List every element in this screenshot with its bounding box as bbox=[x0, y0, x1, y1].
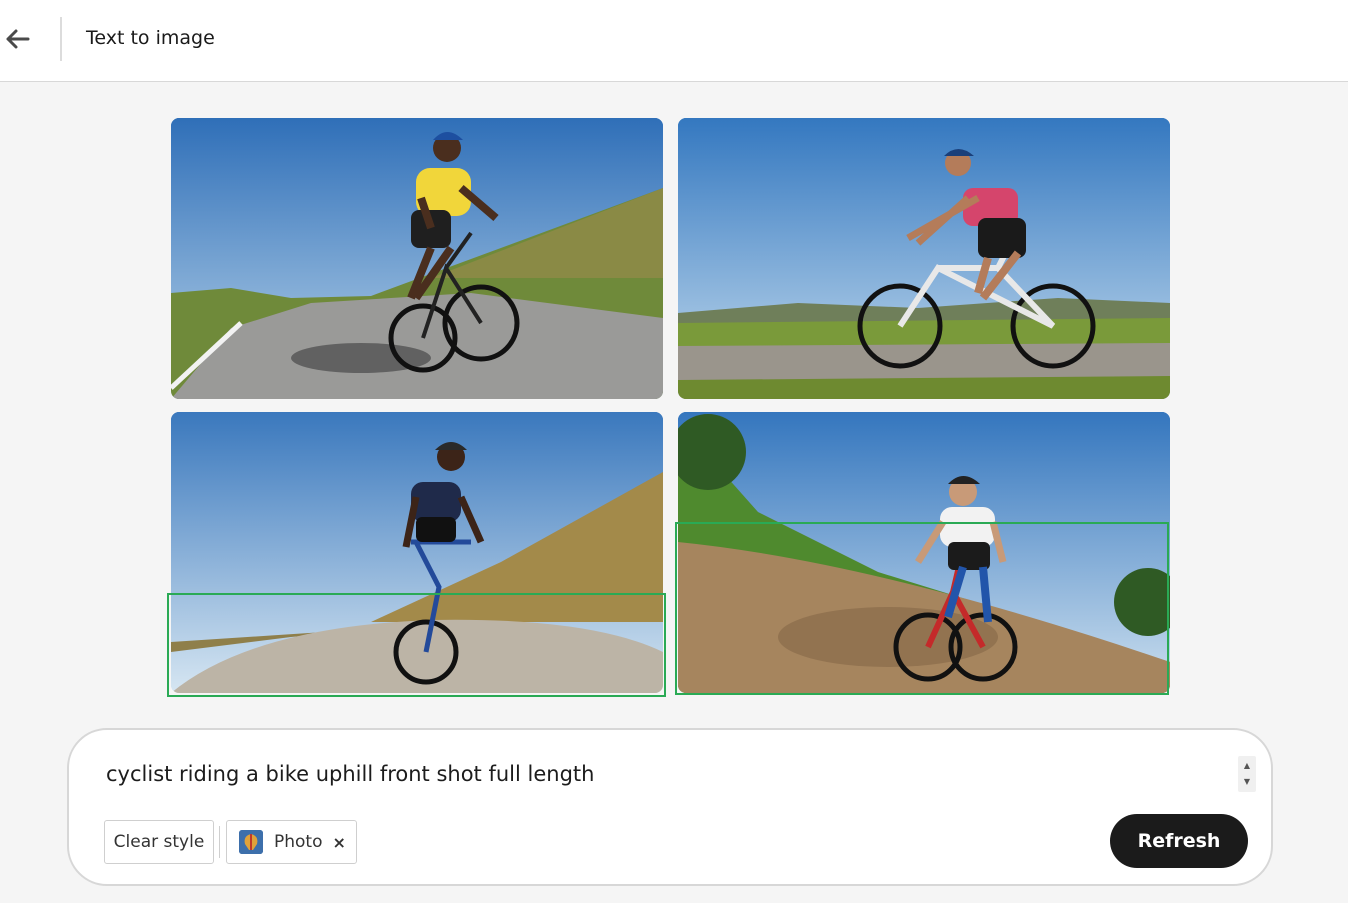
prompt-scrollbar[interactable]: ▲ ▼ bbox=[1238, 756, 1256, 792]
result-image-4[interactable] bbox=[678, 412, 1170, 693]
style-chip-label: Photo bbox=[274, 832, 323, 852]
scroll-down-icon[interactable]: ▼ bbox=[1238, 777, 1256, 786]
cyclist-photo-1 bbox=[171, 118, 663, 399]
chip-divider bbox=[219, 826, 220, 858]
cyclist-photo-4 bbox=[678, 412, 1170, 693]
refresh-button[interactable]: Refresh bbox=[1110, 814, 1248, 868]
prompt-panel: cyclist riding a bike uphill front shot … bbox=[67, 728, 1273, 886]
prompt-input[interactable]: cyclist riding a bike uphill front shot … bbox=[106, 762, 594, 786]
cyclist-photo-2 bbox=[678, 118, 1170, 399]
results-grid bbox=[167, 118, 1170, 697]
result-image-1[interactable] bbox=[171, 118, 663, 399]
scroll-up-icon[interactable]: ▲ bbox=[1238, 761, 1256, 770]
remove-style-icon[interactable]: × bbox=[333, 833, 346, 852]
page-title: Text to image bbox=[86, 27, 215, 49]
clear-style-button[interactable]: Clear style bbox=[104, 820, 214, 864]
photo-style-icon bbox=[239, 830, 263, 854]
style-chip-photo[interactable]: Photo × bbox=[226, 820, 357, 864]
result-image-3[interactable] bbox=[171, 412, 663, 693]
cyclist-photo-3 bbox=[171, 412, 663, 693]
app-header: Text to image bbox=[0, 0, 1348, 82]
result-image-2[interactable] bbox=[678, 118, 1170, 399]
arrow-left-icon bbox=[6, 29, 30, 49]
header-divider bbox=[60, 17, 62, 61]
back-button[interactable] bbox=[2, 24, 32, 54]
